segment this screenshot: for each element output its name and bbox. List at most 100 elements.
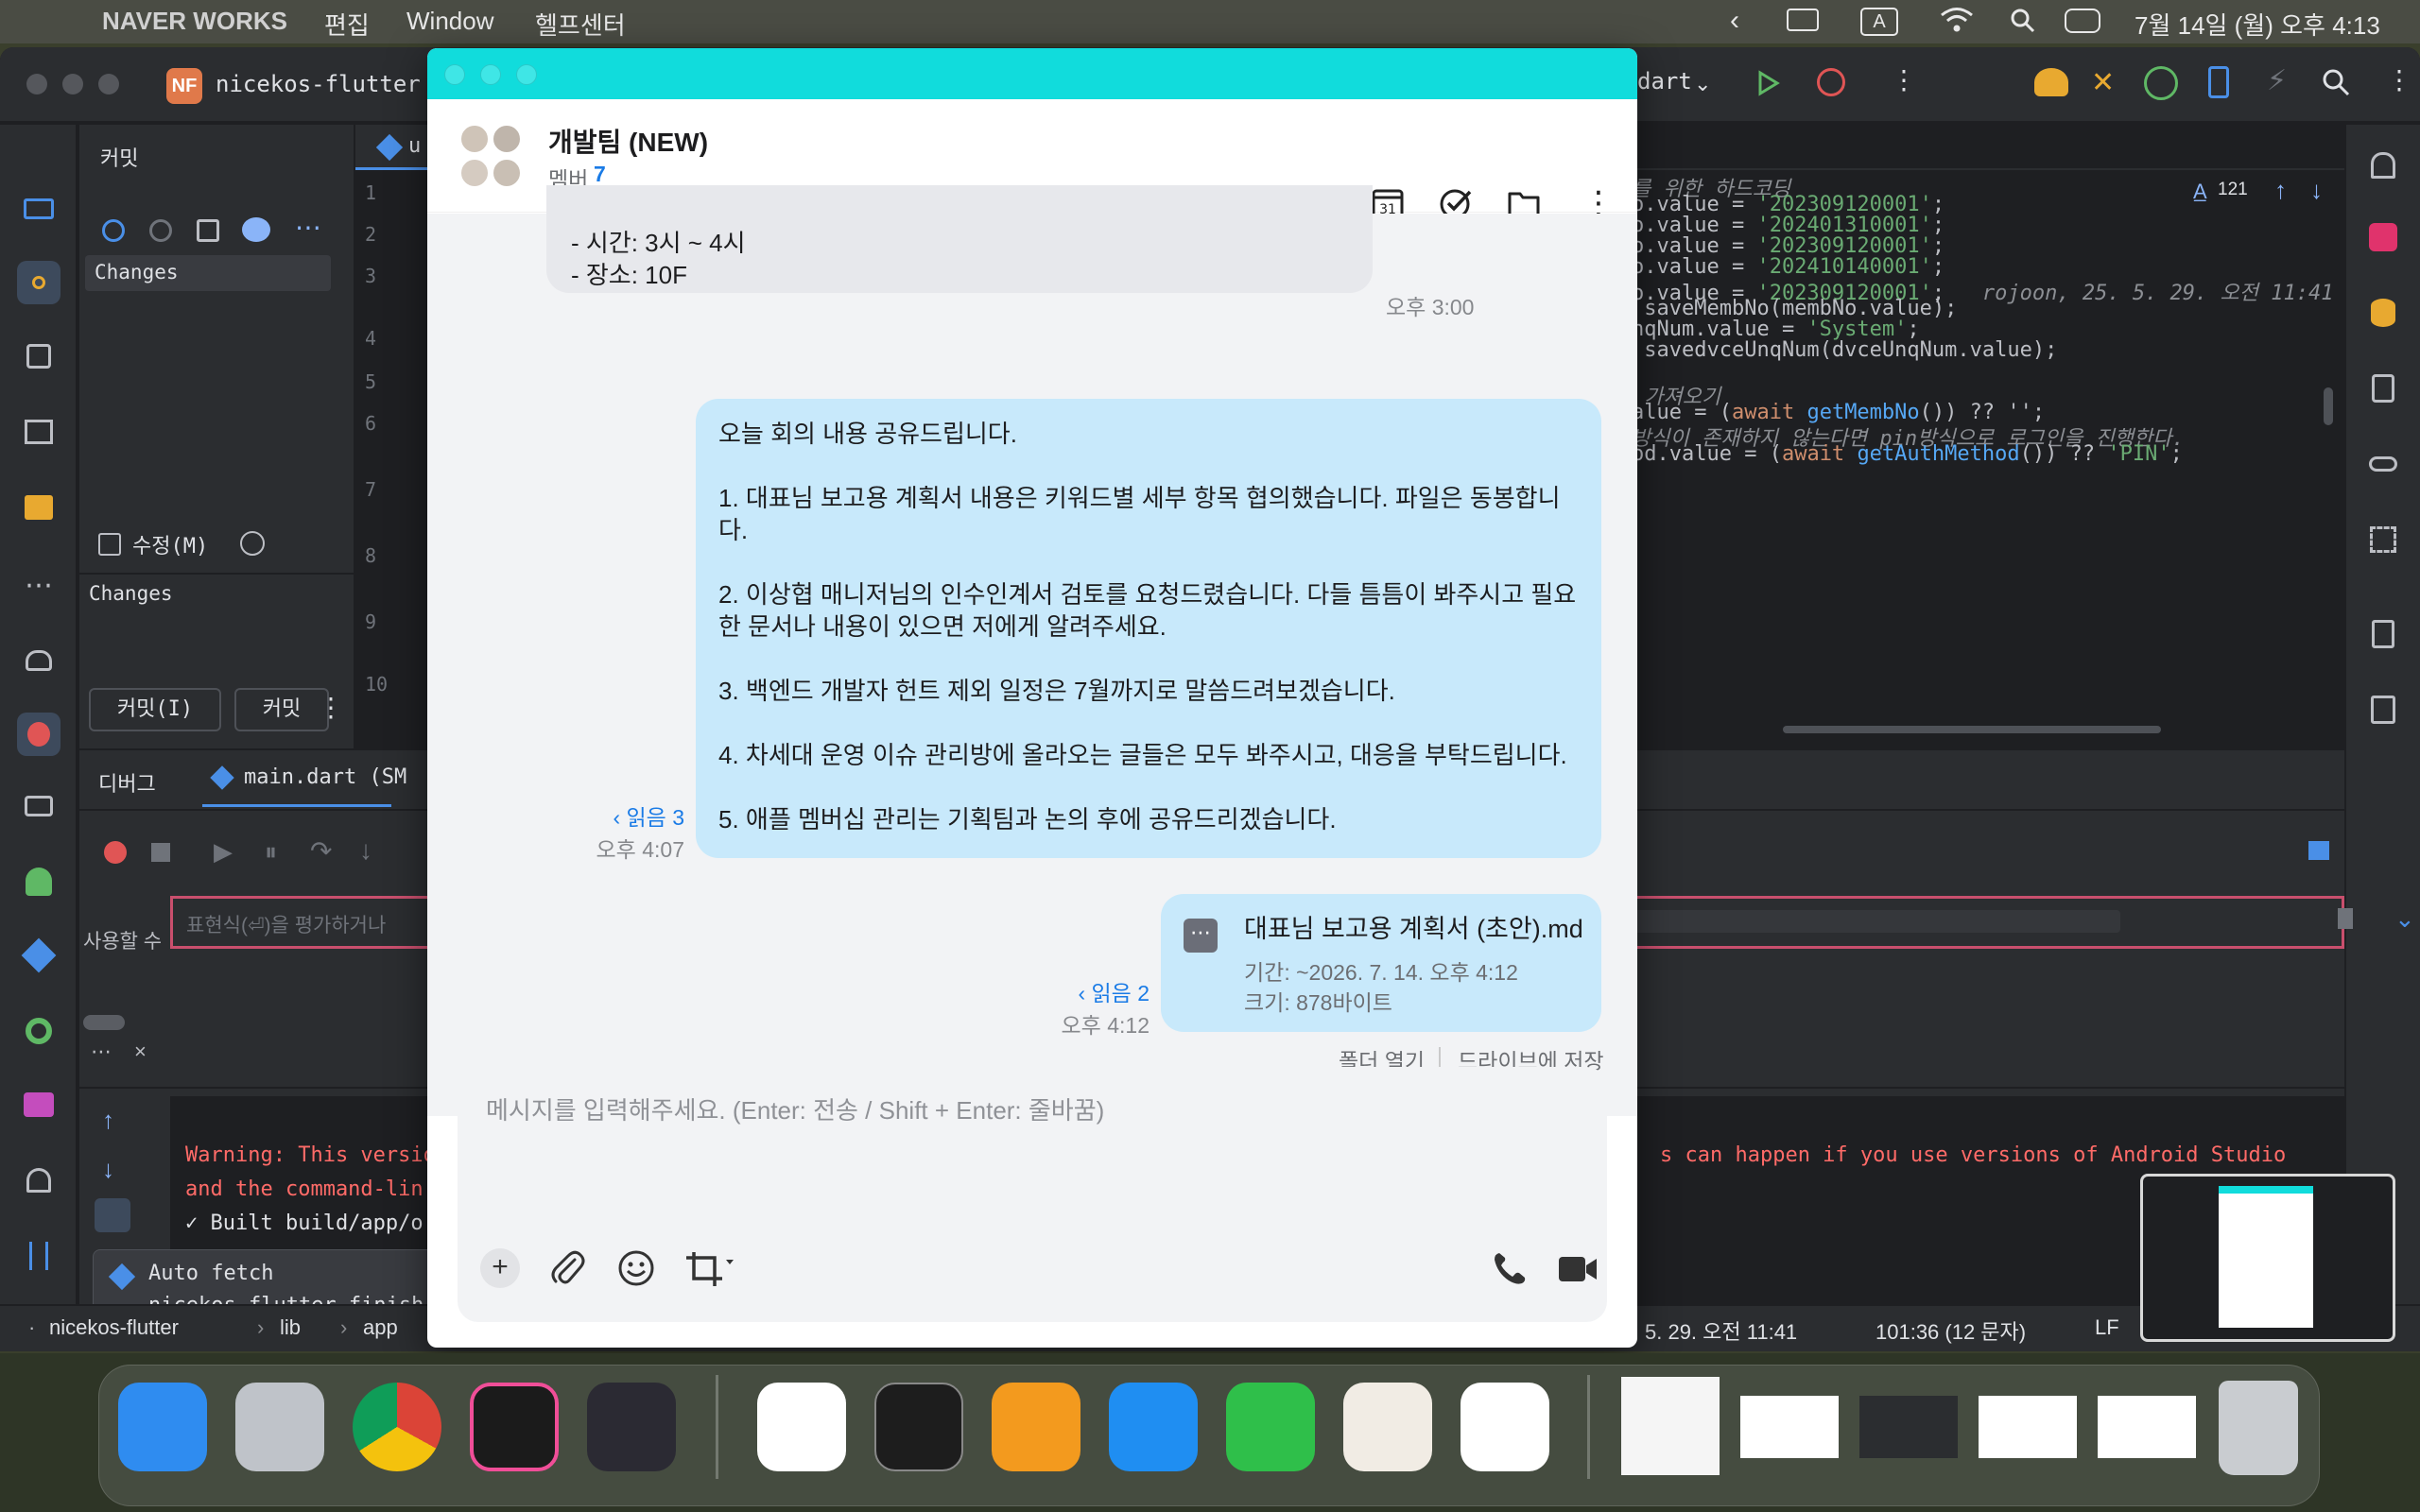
more-horizontal-icon[interactable]: ⋯ — [295, 212, 321, 243]
lightning-icon[interactable]: ⚡ — [2267, 64, 2287, 97]
clipboard-icon[interactable] — [2361, 688, 2405, 731]
pages-icon[interactable] — [992, 1383, 1080, 1471]
bookmark-add-icon[interactable] — [2338, 908, 2353, 929]
chat-window-thumb-2[interactable] — [1979, 1396, 2077, 1458]
debug-tool-icon[interactable] — [17, 713, 60, 756]
editor-hscrollbar[interactable] — [1783, 726, 2161, 733]
bookmark-icon[interactable] — [17, 639, 60, 682]
menu-edit[interactable]: 편집 — [324, 7, 370, 42]
breadcrumb-lib[interactable]: lib — [280, 1315, 301, 1340]
chevron-down-icon[interactable]: ⌄ — [1694, 72, 1711, 96]
debug-session-tab[interactable]: main.dart (SM — [202, 750, 406, 807]
capture-icon[interactable] — [684, 1248, 737, 1288]
tools-icon[interactable]: ✕ — [2091, 66, 2115, 99]
screenshot-preview[interactable] — [2140, 1174, 2395, 1342]
chevron-left-icon[interactable]: ‹ — [1730, 5, 1739, 37]
stop-icon[interactable] — [151, 843, 170, 862]
status-line-ending[interactable]: LF — [2095, 1315, 2119, 1340]
chat-window-thumb-1[interactable] — [1740, 1396, 1839, 1458]
menu-app-name[interactable]: NAVER WORKS — [102, 7, 287, 36]
ai-assistant-icon[interactable] — [2361, 215, 2405, 259]
clock-icon[interactable] — [240, 531, 265, 556]
layout-inspector-icon[interactable] — [2361, 518, 2405, 561]
window-minimize-button[interactable] — [62, 74, 83, 94]
incoming-message-bubble[interactable]: - 시간: 3시 ~ 4시 - 장소: 10F — [546, 185, 1373, 293]
run-icon[interactable] — [1756, 70, 1781, 96]
file-message-bubble[interactable]: ⋯ 대표님 보고용 계획서 (초안).md 기간: ~2026. 7. 14. … — [1161, 894, 1601, 1032]
commit-push-button[interactable]: 커밋 — [234, 688, 329, 731]
atom-icon[interactable] — [2144, 66, 2178, 100]
breadcrumb-project[interactable]: nicekos-flutter — [49, 1315, 179, 1340]
amend-checkbox[interactable] — [98, 533, 121, 556]
database-tool-icon[interactable] — [2361, 291, 2405, 335]
soft-wrap-icon[interactable] — [95, 1198, 130, 1232]
add-icon[interactable]: + — [480, 1248, 520, 1288]
video-call-icon[interactable] — [1558, 1254, 1598, 1284]
keynote-icon[interactable] — [1109, 1383, 1198, 1471]
refresh-icon[interactable] — [102, 219, 125, 242]
doc-window-thumb[interactable] — [1621, 1377, 1720, 1475]
link-icon[interactable] — [2361, 442, 2405, 486]
cat-icon[interactable] — [17, 784, 60, 828]
problems-icon[interactable] — [17, 1159, 60, 1202]
message-list[interactable]: - 시간: 3시 ~ 4시 - 장소: 10F 오후 3:00 오늘 회의 내용… — [427, 185, 1637, 1116]
chrome-icon[interactable] — [353, 1383, 441, 1471]
emoji-icon[interactable] — [616, 1248, 656, 1288]
scroll-down-icon[interactable]: ↓ — [102, 1155, 114, 1184]
file-name[interactable]: 대표님 보고용 계획서 (초안).md — [1244, 913, 1583, 945]
project-view-icon[interactable] — [17, 187, 60, 231]
status-blame[interactable]: 5. 29. 오전 11:41 — [1645, 1315, 1797, 1346]
editor-scrollbar[interactable] — [2324, 387, 2333, 425]
more-tools-icon[interactable]: ⋯ — [17, 563, 60, 607]
chat-zoom-button[interactable] — [516, 64, 537, 85]
intellij-icon[interactable] — [470, 1383, 559, 1471]
commit-button[interactable]: 커밋(I) — [89, 688, 221, 731]
obsidian-icon[interactable] — [587, 1383, 676, 1471]
numbers-icon[interactable] — [1226, 1383, 1315, 1471]
resume-icon[interactable]: ▶ — [214, 837, 233, 867]
naver-works-icon[interactable] — [757, 1383, 846, 1471]
debug-tab[interactable]: 디버그 — [98, 767, 156, 798]
outgoing-message-bubble[interactable]: 오늘 회의 내용 공유드립니다. 1. 대표님 보고용 계획서 내용은 키워드별… — [696, 399, 1601, 858]
flutter-warning-icon[interactable] — [17, 934, 60, 977]
terminal-tool-icon[interactable] — [17, 1083, 60, 1126]
input-source-indicator[interactable]: A — [1860, 8, 1898, 36]
terminal-icon[interactable] — [874, 1383, 963, 1471]
rerun-debug-icon[interactable] — [104, 841, 127, 864]
status-cursor[interactable]: 101:36 (12 문자) — [1876, 1315, 2026, 1346]
message-composer[interactable]: 메시지를 입력해주세요. (Enter: 전송 / Shift + Enter:… — [458, 1067, 1607, 1322]
wifi-icon[interactable] — [1940, 6, 1974, 34]
more-options-icon[interactable]: ⋯ — [91, 1040, 112, 1064]
device-icon[interactable] — [2208, 66, 2229, 98]
debug-icon[interactable] — [1817, 68, 1845, 96]
ide-search-icon[interactable] — [2322, 68, 2350, 96]
step-over-icon[interactable]: ↷ — [310, 835, 332, 867]
trash-icon[interactable] — [2219, 1381, 2298, 1475]
search-icon[interactable] — [2010, 8, 2036, 34]
finder-icon[interactable] — [118, 1383, 207, 1471]
more-vertical-icon[interactable]: ⋮ — [1891, 64, 1917, 95]
spellcheck-icon[interactable]: A̲ — [2193, 180, 2207, 204]
device-manager-icon[interactable] — [2361, 367, 2405, 410]
window-zoom-button[interactable] — [98, 74, 119, 94]
editor-tab[interactable]: u — [355, 125, 427, 170]
ide-window-thumb[interactable] — [1859, 1396, 1958, 1458]
shelve-icon[interactable] — [197, 219, 219, 242]
menubar-clock[interactable]: 7월 14일 (월) 오후 4:13 — [2135, 7, 2380, 42]
collab-icon[interactable] — [2034, 68, 2068, 96]
warning-count[interactable]: 121 — [2218, 180, 2248, 200]
keyboard-icon[interactable] — [1787, 9, 1819, 31]
group-avatar[interactable] — [458, 124, 526, 192]
read-receipt[interactable]: ‹ 읽음 3 — [596, 799, 684, 832]
settings-more-icon[interactable]: ⋮ — [2386, 64, 2412, 95]
launchpad-icon[interactable] — [235, 1383, 324, 1471]
resource-manager-icon[interactable] — [17, 410, 60, 454]
gear-icon[interactable] — [17, 1009, 60, 1053]
pause-icon[interactable]: ⏸ — [265, 837, 277, 868]
search-doc-icon[interactable] — [2361, 612, 2405, 656]
close-icon[interactable]: × — [134, 1040, 147, 1064]
naver-box-icon[interactable] — [1461, 1383, 1549, 1471]
layout-icon[interactable] — [2308, 841, 2329, 860]
notifications-icon[interactable] — [2361, 144, 2405, 187]
menu-help[interactable]: 헬프센터 — [535, 7, 626, 42]
